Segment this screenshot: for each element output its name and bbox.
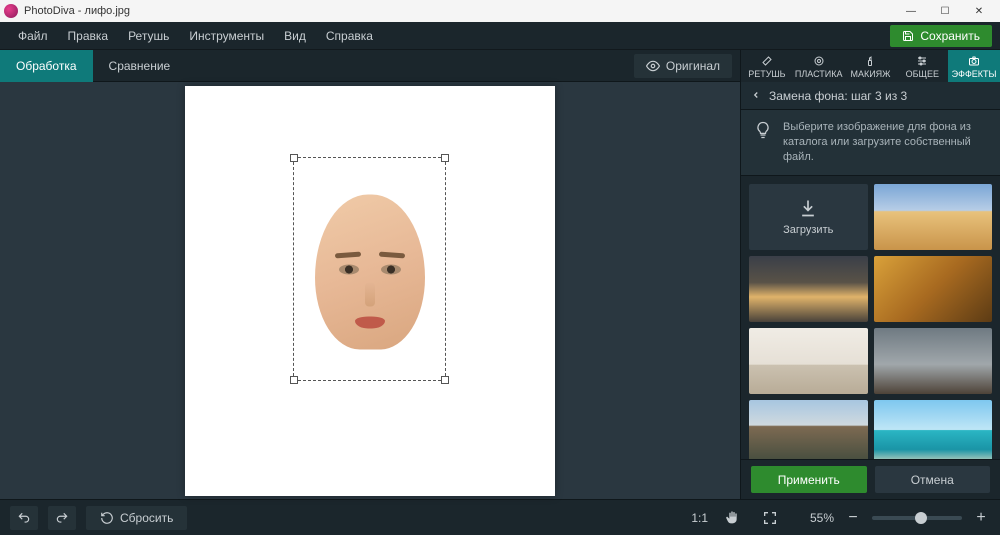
redo-icon [54, 511, 70, 525]
app-logo [4, 4, 18, 18]
panel-back-button[interactable] [751, 89, 761, 103]
bg-thumb-living-room[interactable] [749, 328, 868, 394]
bg-thumb-sunset-city[interactable] [749, 256, 868, 322]
save-icon [902, 30, 914, 42]
zoom-readout: 55% [794, 511, 834, 525]
zoom-out-button[interactable]: − [844, 509, 862, 527]
window-close-button[interactable]: ✕ [962, 0, 996, 22]
tool-category-tabs: РЕТУШЬ ПЛАСТИКА МАКИЯЖ ОБЩЕЕ ЭФФЕКТЫ [740, 50, 1000, 82]
crop-selection[interactable] [293, 157, 446, 381]
tool-tab-general[interactable]: ОБЩЕЕ [896, 50, 948, 82]
tool-tab-plastic[interactable]: ПЛАСТИКА [793, 50, 845, 82]
refresh-icon [100, 511, 114, 525]
zoom-slider[interactable] [872, 516, 962, 520]
crop-handle-tr[interactable] [441, 154, 449, 162]
tool-tab-retouch-label: РЕТУШЬ [748, 69, 785, 79]
original-label: Оригинал [666, 59, 720, 73]
undo-icon [16, 511, 32, 525]
menu-retouch[interactable]: Ретушь [118, 22, 179, 50]
apply-button[interactable]: Применить [751, 466, 867, 493]
reset-label: Сбросить [120, 511, 173, 525]
undo-button[interactable] [10, 506, 38, 530]
camera-icon [967, 55, 981, 67]
hand-tool-button[interactable] [718, 506, 746, 530]
menu-bar: Файл Правка Ретушь Инструменты Вид Справ… [0, 22, 1000, 50]
zoom-in-button[interactable]: + [972, 509, 990, 527]
panel-heading-text: Замена фона: шаг 3 из 3 [769, 89, 907, 103]
tool-tab-effects[interactable]: ЭФФЕКТЫ [948, 50, 1000, 82]
upload-background-tile[interactable]: Загрузить [749, 184, 868, 250]
menu-tools[interactable]: Инструменты [179, 22, 274, 50]
aspect-ratio-readout[interactable]: 1:1 [691, 511, 708, 525]
window-title: PhotoDiva - лифо.jpg [24, 5, 894, 17]
menu-edit[interactable]: Правка [58, 22, 119, 50]
save-button[interactable]: Сохранить [890, 25, 992, 47]
save-label: Сохранить [920, 29, 980, 43]
zoom-slider-knob[interactable] [915, 512, 927, 524]
panel-hint-text: Выберите изображение для фона из каталог… [783, 120, 988, 165]
background-gallery: Загрузить [741, 176, 1000, 459]
tool-tab-plastic-label: ПЛАСТИКА [795, 69, 843, 79]
menu-file[interactable]: Файл [8, 22, 58, 50]
tool-tab-retouch[interactable]: РЕТУШЬ [741, 50, 793, 82]
hand-icon [724, 510, 740, 526]
crop-handle-tl[interactable] [290, 154, 298, 162]
tool-tab-effects-label: ЭФФЕКТЫ [952, 69, 997, 79]
tool-tab-makeup[interactable]: МАКИЯЖ [845, 50, 897, 82]
crop-handle-bl[interactable] [290, 376, 298, 384]
bg-thumb-desert[interactable] [874, 184, 993, 250]
window-minimize-button[interactable]: ― [894, 0, 928, 22]
mode-toolbar: Обработка Сравнение Оригинал [0, 50, 740, 82]
tool-tab-makeup-label: МАКИЯЖ [850, 69, 890, 79]
tool-tab-general-label: ОБЩЕЕ [906, 69, 939, 79]
bg-thumb-autumn-park[interactable] [874, 256, 993, 322]
cancel-button[interactable]: Отмена [875, 466, 991, 493]
effects-side-panel: Замена фона: шаг 3 из 3 Выберите изображ… [740, 82, 1000, 499]
eye-icon [646, 59, 660, 73]
status-bar: Сбросить 1:1 55% − + [0, 499, 1000, 535]
fullscreen-button[interactable] [756, 506, 784, 530]
reset-button[interactable]: Сбросить [86, 506, 187, 530]
bg-thumb-nyc-street[interactable] [874, 328, 993, 394]
lightbulb-icon [753, 120, 773, 140]
tab-compare[interactable]: Сравнение [93, 50, 187, 82]
upload-label: Загрузить [783, 224, 833, 236]
window-titlebar: PhotoDiva - лифо.jpg ― ☐ ✕ [0, 0, 1000, 22]
panel-footer: Применить Отмена [741, 459, 1000, 499]
wand-icon [760, 55, 774, 67]
expand-icon [762, 510, 778, 526]
chevron-left-icon [751, 90, 761, 100]
canvas-viewport[interactable] [0, 82, 740, 499]
panel-header: Замена фона: шаг 3 из 3 [741, 82, 1000, 110]
window-maximize-button[interactable]: ☐ [928, 0, 962, 22]
bg-thumb-canal-houses[interactable] [749, 400, 868, 459]
crop-handle-br[interactable] [441, 376, 449, 384]
download-icon [798, 198, 818, 218]
lipstick-icon [863, 55, 877, 67]
menu-view[interactable]: Вид [274, 22, 316, 50]
image-canvas[interactable] [185, 86, 555, 496]
original-toggle-button[interactable]: Оригинал [634, 54, 732, 78]
tab-processing[interactable]: Обработка [0, 50, 93, 82]
target-icon [812, 55, 826, 67]
redo-button[interactable] [48, 506, 76, 530]
menu-help[interactable]: Справка [316, 22, 383, 50]
sliders-icon [915, 55, 929, 67]
panel-hint: Выберите изображение для фона из каталог… [741, 110, 1000, 176]
bg-thumb-tropical-beach[interactable] [874, 400, 993, 459]
